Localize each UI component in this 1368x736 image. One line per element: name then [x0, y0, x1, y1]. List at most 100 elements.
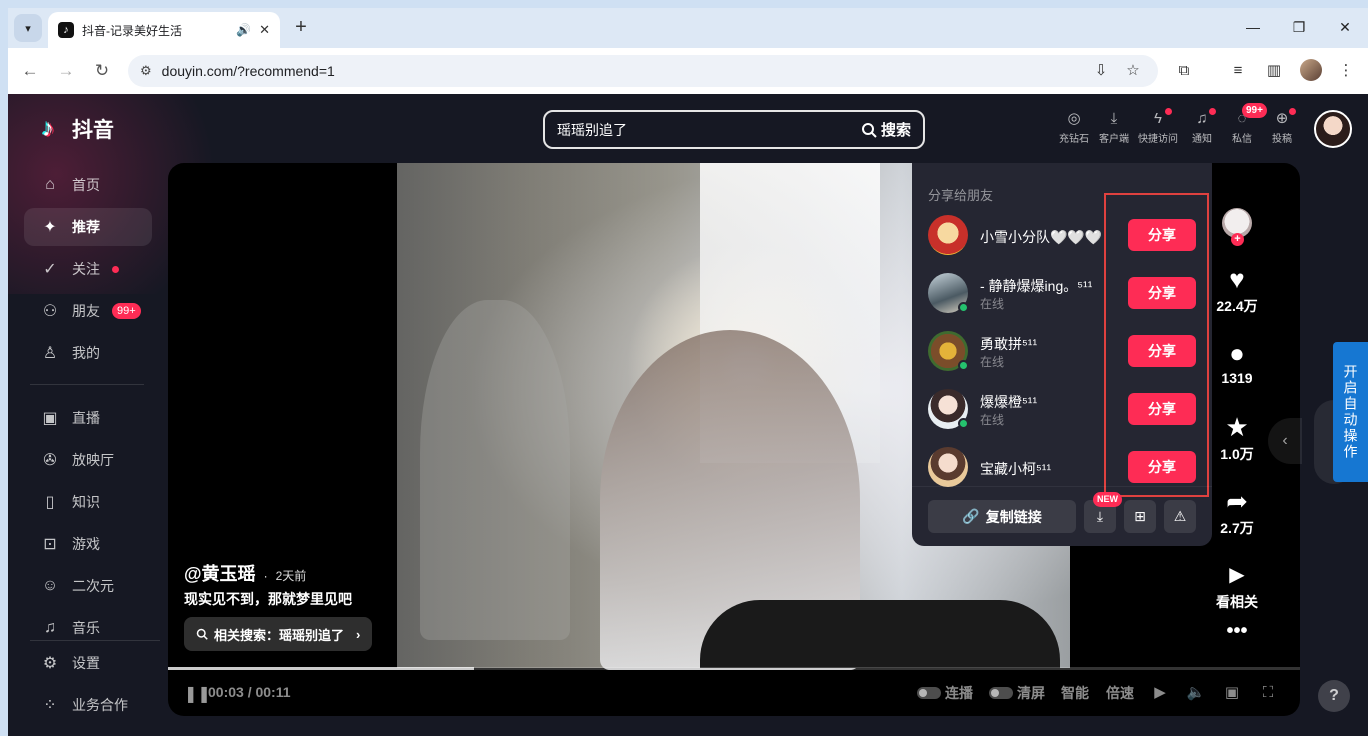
sidebar-item-follow[interactable]: ✓ 关注	[24, 250, 152, 288]
messages[interactable]: ◌ 99+ 私信	[1220, 103, 1267, 150]
autoplay-toggle[interactable]: 连播	[917, 684, 973, 702]
sidebar-item-knowledge[interactable]: ▯ 知识	[24, 483, 152, 521]
new-tab-button[interactable]: +	[290, 16, 312, 38]
report-button[interactable]: ⚠	[1164, 500, 1196, 533]
sidebar-item-settings[interactable]: ⚙ 设置	[24, 644, 152, 682]
web-fullscreen-icon[interactable]: ▣	[1222, 684, 1242, 702]
search-box[interactable]: 搜索	[543, 110, 925, 149]
sidebar-item-cooperation[interactable]: ⁘ 业务合作	[24, 686, 152, 724]
search-input[interactable]	[557, 121, 861, 138]
share-button[interactable]: ➦ 2.7万	[1206, 484, 1268, 538]
user-icon: ♙	[42, 345, 58, 362]
friend-avatar[interactable]	[928, 447, 968, 487]
new-badge: NEW	[1093, 492, 1122, 507]
clear-screen-label: 清屏	[1017, 685, 1045, 701]
media-control-icon[interactable]: ≡	[1226, 60, 1250, 82]
clear-screen-toggle[interactable]: 清屏	[989, 684, 1045, 702]
sidebar-item-label: 游戏	[72, 536, 100, 552]
autoplay-label: 连播	[945, 685, 973, 701]
author-name[interactable]: @黄玉瑶	[184, 560, 256, 586]
friend-status: 在线	[980, 355, 1005, 369]
speed-label: 倍速	[1106, 685, 1134, 701]
help-button[interactable]: ?	[1318, 680, 1350, 712]
friends-badge: 99+	[112, 303, 141, 319]
time-display: 00:03 / 00:11	[208, 684, 291, 700]
window-close-button[interactable]: ✕	[1330, 14, 1360, 40]
favorite-button[interactable]: ★ 1.0万	[1206, 410, 1268, 464]
share-count: 2.7万	[1220, 520, 1254, 536]
smart-button[interactable]: 智能	[1061, 684, 1089, 702]
side-panel-icon[interactable]: ▥	[1262, 60, 1286, 82]
minimize-button[interactable]: —	[1238, 14, 1268, 40]
quick-access[interactable]: ϟ 快捷访问	[1136, 108, 1180, 150]
friend-avatar[interactable]	[928, 215, 968, 255]
search-button[interactable]: 搜索	[861, 119, 911, 140]
share-panel-title: 分享给朋友	[928, 188, 994, 203]
related-search-button[interactable]: 相关搜索：瑶瑶别追了 ›	[184, 617, 373, 651]
sidebar-item-home[interactable]: ⌂ 首页	[24, 166, 152, 204]
close-tab-icon[interactable]: ✕	[259, 22, 270, 38]
link-icon: 🔗	[962, 508, 980, 524]
sidebar-item-label: 我的	[72, 345, 100, 361]
online-indicator	[958, 418, 969, 429]
cooperation-icon: ⁘	[43, 697, 57, 714]
diamond-icon: ◎	[1067, 110, 1081, 127]
more-icon[interactable]: •••	[1222, 620, 1252, 643]
sidebar-item-games[interactable]: ⊡ 游戏	[24, 525, 152, 563]
sidebar-item-anime[interactable]: ☺ 二次元	[24, 567, 152, 605]
smart-label: 智能	[1061, 685, 1089, 701]
reload-button[interactable]: ↻	[90, 60, 114, 82]
recharge-diamond[interactable]: ◎ 充钻石	[1052, 108, 1096, 150]
address-bar[interactable]: ⚙ douyin.com/?recommend=1	[128, 55, 1158, 87]
volume-icon[interactable]: 🔈	[1186, 684, 1206, 702]
sidebar-item-label: 推荐	[72, 219, 100, 235]
like-button[interactable]: ♥ 22.4万	[1206, 262, 1268, 316]
online-indicator	[958, 360, 969, 371]
upload[interactable]: ⊕ 投稿	[1260, 108, 1304, 150]
forward-button[interactable]: →	[54, 60, 78, 82]
tab-search-button[interactable]: ▾	[14, 14, 42, 42]
friends-icon: ⚇	[42, 303, 58, 320]
client-download[interactable]: ⤓ 客户端	[1092, 108, 1136, 150]
comment-button[interactable]: ● 1319	[1206, 336, 1268, 386]
related-button[interactable]: ▶ 看相关	[1206, 558, 1268, 612]
share-arrow-icon: ➦	[1226, 486, 1248, 516]
audio-playing-icon[interactable]: 🔊	[236, 23, 251, 37]
fullscreen-icon[interactable]: ⛶	[1258, 684, 1278, 702]
sidebar-item-me[interactable]: ♙ 我的	[24, 334, 152, 372]
sidebar-item-friends[interactable]: ⚇ 朋友 99+	[24, 292, 152, 330]
maximize-button[interactable]: ❐	[1284, 14, 1314, 40]
user-avatar[interactable]	[1314, 110, 1352, 148]
bookmark-star-icon[interactable]: ☆	[1122, 60, 1144, 82]
play-circle-icon: ▶	[1229, 564, 1245, 586]
auto-operate-button[interactable]: 开启自动操作	[1333, 342, 1368, 482]
qrcode-icon: ⊞	[1134, 508, 1146, 524]
pause-icon[interactable]: ❚❚	[184, 684, 211, 704]
quick-access-label: 快捷访问	[1138, 134, 1178, 145]
copy-link-button[interactable]: 🔗 复制链接	[928, 500, 1076, 533]
sidebar-item-live[interactable]: ▣ 直播	[24, 399, 152, 437]
browser-menu-icon[interactable]: ⋮	[1334, 60, 1358, 82]
douyin-logo[interactable]: ♪ 抖音	[42, 114, 114, 144]
browser-tab[interactable]: ♪ 抖音-记录美好生活 🔊 ✕	[48, 12, 280, 48]
sidebar-item-music[interactable]: ♫ 音乐	[24, 609, 152, 647]
star-icon: ★	[1225, 412, 1249, 442]
install-app-icon[interactable]: ⇩	[1090, 60, 1112, 82]
sidebar-item-cinema[interactable]: ✇ 放映厅	[24, 441, 152, 479]
logo-text: 抖音	[72, 119, 114, 142]
site-info-icon[interactable]: ⚙	[140, 63, 152, 79]
related-search-label: 相关搜索：瑶瑶别追了	[214, 627, 345, 643]
recharge-label: 充钻石	[1059, 134, 1089, 145]
profile-avatar[interactable]	[1300, 59, 1322, 81]
pip-icon[interactable]: ▶	[1150, 684, 1170, 702]
sidebar-item-label: 直播	[72, 410, 100, 426]
sidebar-item-label: 朋友	[72, 303, 100, 319]
qrcode-button[interactable]: ⊞	[1124, 500, 1156, 533]
notifications[interactable]: ♫ 通知	[1180, 108, 1224, 150]
sidebar-item-recommend[interactable]: ✦ 推荐	[24, 208, 152, 246]
back-button[interactable]: ←	[18, 60, 42, 82]
sidebar-item-label: 放映厅	[72, 452, 114, 468]
speed-button[interactable]: 倍速	[1106, 684, 1134, 702]
follow-plus-icon[interactable]: +	[1231, 233, 1244, 246]
extensions-icon[interactable]: ⧉	[1172, 60, 1196, 82]
